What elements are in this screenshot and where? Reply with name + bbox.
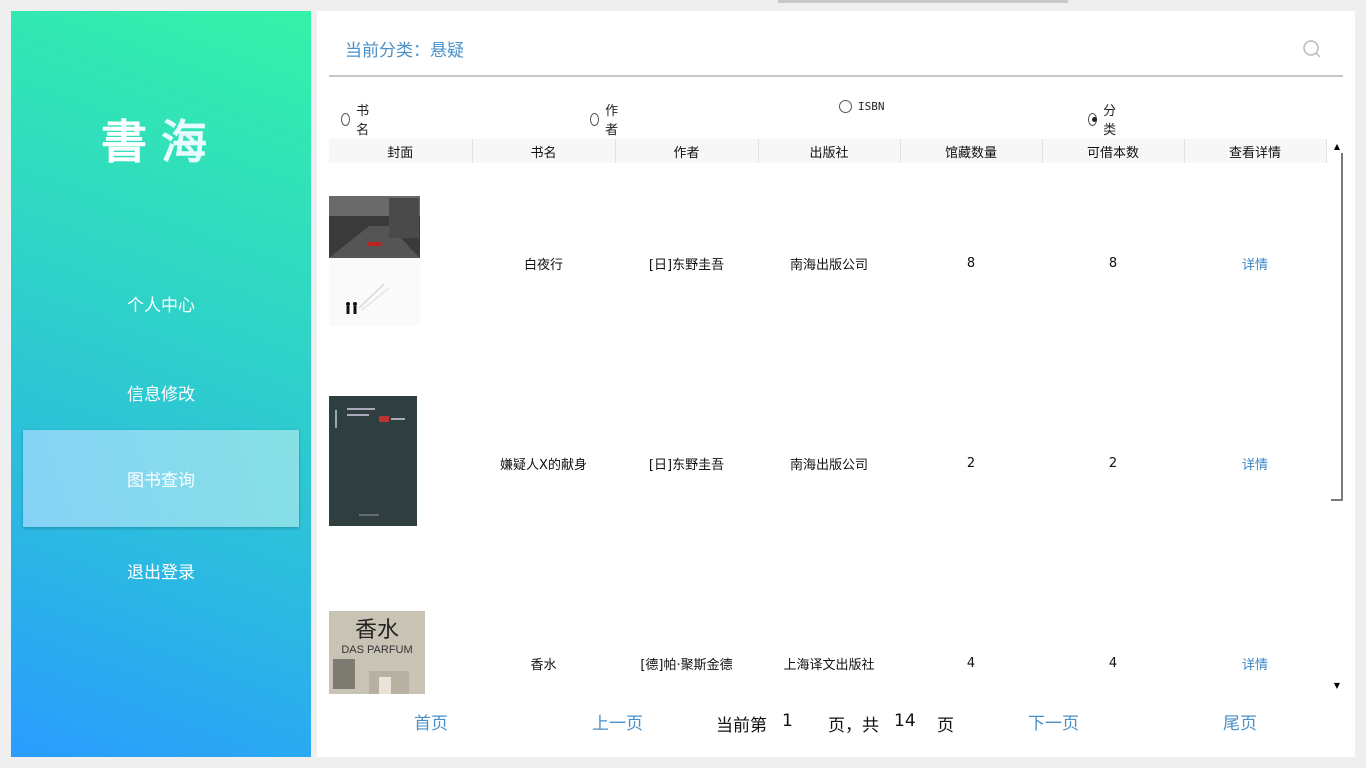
column-header-title[interactable]: 书名 (472, 139, 616, 163)
column-header-cover[interactable]: 封面 (329, 139, 473, 163)
cover-title-text: 香水 (355, 618, 399, 643)
book-stock: 4 (966, 655, 976, 671)
next-page-link[interactable]: 下一页 (1028, 709, 1079, 735)
radio-dot[interactable] (590, 112, 600, 126)
current-page-number: 1 (782, 711, 793, 731)
app-logo: 書海 (11, 106, 311, 172)
main-panel: 当前分类：悬疑 书名 作者 ISBN 分类 封面 书名 作者 出版社 馆藏数量 … (317, 11, 1355, 757)
sidebar-item-label: 个人中心 (127, 296, 195, 316)
radio-category[interactable]: 分类 (1088, 100, 1120, 138)
page-indicator-middle: 页，共 (828, 716, 879, 736)
last-page-link[interactable]: 尾页 (1223, 709, 1257, 735)
table-row[interactable]: 香水 DAS PARFUM 香水 [德]帕·聚斯金德 上海译文出版社 4 4 详… (329, 563, 1326, 694)
column-header-author[interactable]: 作者 (615, 139, 759, 163)
radio-label: 书名 (356, 104, 370, 138)
prev-page-link[interactable]: 上一页 (592, 709, 643, 735)
book-publisher: 南海出版公司 (789, 457, 868, 473)
radio-title[interactable]: 书名 (341, 100, 373, 138)
book-cover-image: 香水 DAS PARFUM (329, 611, 425, 694)
book-cover-image (329, 196, 420, 326)
sidebar-item-label: 信息修改 (127, 385, 195, 405)
book-available: 2 (1108, 455, 1118, 471)
table-header-row: 封面 书名 作者 出版社 馆藏数量 可借本数 查看详情 (329, 139, 1327, 163)
radio-dot[interactable] (341, 112, 351, 126)
radio-isbn[interactable]: ISBN (839, 100, 885, 113)
first-page-link[interactable]: 首页 (414, 709, 448, 735)
column-header-detail[interactable]: 查看详情 (1184, 139, 1327, 163)
table-row[interactable]: 嫌疑人X的献身 [日]东野圭吾 南海出版公司 2 2 详情 (329, 363, 1326, 563)
radio-label: 作者 (605, 104, 619, 138)
cover-cell: 香水 DAS PARFUM (329, 563, 472, 694)
book-stock: 8 (966, 255, 976, 271)
radio-author[interactable]: 作者 (590, 100, 622, 138)
sidebar-item-book-search[interactable]: 图书查询 (23, 430, 299, 527)
cover-cell (329, 163, 472, 363)
radio-dot[interactable] (839, 100, 852, 113)
book-available: 4 (1108, 655, 1118, 671)
book-author: [日]东野圭吾 (648, 457, 725, 473)
page-indicator-suffix: 页 (937, 716, 954, 736)
logo-char-shu: 書 (101, 115, 161, 169)
sidebar-item-label: 图书查询 (127, 471, 195, 491)
book-table-container: 封面 书名 作者 出版社 馆藏数量 可借本数 查看详情 白夜行 [日]东野圭吾 … (329, 139, 1343, 694)
top-edge-shadow (778, 0, 1068, 3)
header-divider (329, 75, 1343, 77)
scroll-thumb-end (1331, 499, 1343, 501)
book-cover-image (329, 396, 417, 526)
radio-label: ISBN (858, 100, 885, 113)
radio-dot-selected[interactable] (1088, 112, 1098, 126)
scroll-thumb[interactable] (1341, 153, 1343, 501)
scroll-down-button[interactable]: ▼ (1331, 678, 1343, 692)
table-row[interactable]: 白夜行 [日]东野圭吾 南海出版公司 8 8 详情 (329, 163, 1326, 363)
detail-link[interactable]: 详情 (1242, 458, 1268, 473)
sidebar: 書海 个人中心 信息修改 图书查询 退出登录 (11, 11, 311, 757)
logo-char-hai: 海 (161, 115, 221, 169)
sidebar-item-profile[interactable]: 个人中心 (23, 255, 299, 352)
book-table: 封面 书名 作者 出版社 馆藏数量 可借本数 查看详情 白夜行 [日]东野圭吾 … (329, 139, 1327, 694)
column-header-stock[interactable]: 馆藏数量 (900, 139, 1043, 163)
detail-link[interactable]: 详情 (1242, 658, 1268, 673)
book-title: 白夜行 (523, 257, 563, 273)
page-indicator-prefix: 当前第 (716, 716, 767, 736)
book-title: 香水 (530, 657, 557, 673)
book-publisher: 上海译文出版社 (783, 657, 875, 673)
page-title: 当前分类：悬疑 (345, 41, 464, 61)
sidebar-item-label: 退出登录 (127, 563, 195, 583)
book-author: [德]帕·聚斯金德 (640, 657, 733, 673)
scroll-up-button[interactable]: ▲ (1331, 139, 1343, 153)
book-publisher: 南海出版公司 (789, 257, 868, 273)
book-author: [日]东野圭吾 (648, 257, 725, 273)
sidebar-item-logout[interactable]: 退出登录 (23, 522, 299, 619)
cover-cell (329, 363, 472, 563)
cover-subtitle-text: DAS PARFUM (341, 644, 412, 656)
column-header-publisher[interactable]: 出版社 (758, 139, 901, 163)
total-pages-number: 14 (894, 711, 916, 731)
radio-label: 分类 (1103, 104, 1117, 138)
book-title: 嫌疑人X的献身 (500, 457, 587, 473)
book-available: 8 (1108, 255, 1118, 271)
sidebar-item-edit-info[interactable]: 信息修改 (23, 344, 299, 441)
table-scrollbar[interactable]: ▲ ▼ (1331, 139, 1343, 693)
detail-link[interactable]: 详情 (1242, 258, 1268, 273)
book-stock: 2 (966, 455, 976, 471)
column-header-available[interactable]: 可借本数 (1042, 139, 1185, 163)
search-icon[interactable] (1302, 39, 1322, 59)
